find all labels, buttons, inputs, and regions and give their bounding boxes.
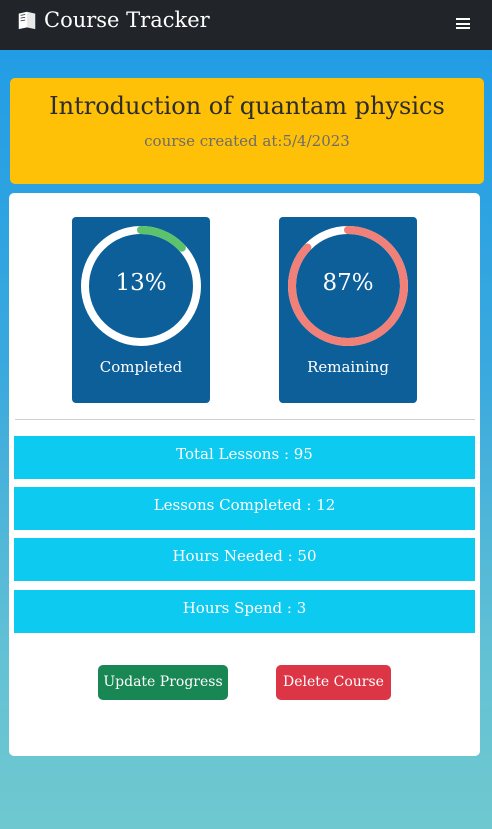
remaining-progress-box: 87% Remaining [279, 217, 417, 403]
course-created-date: course created at:5/4/2023 [144, 132, 350, 150]
delete-course-button[interactable]: Delete Course [276, 665, 391, 700]
progress-card: 13% Completed 87% Remaining Total Lesson… [9, 193, 480, 756]
remaining-label: Remaining [307, 358, 389, 376]
total-lessons-row: Total Lessons : 95 [14, 436, 475, 479]
remaining-percentage: 87% [322, 270, 374, 296]
lessons-completed-row: Lessons Completed : 12 [14, 487, 475, 530]
course-title: Introduction of quantam physics [49, 92, 445, 120]
divider [15, 419, 475, 420]
hours-spend-row: Hours Spend : 3 [14, 590, 475, 633]
brand-title: Course Tracker [44, 8, 210, 32]
hamburger-menu-icon[interactable] [456, 18, 472, 32]
course-header: Introduction of quantam physics course c… [10, 78, 484, 184]
completed-percentage: 13% [115, 270, 167, 296]
book-icon [18, 11, 36, 30]
update-progress-button[interactable]: Update Progress [98, 665, 228, 700]
brand[interactable]: Course Tracker [16, 8, 210, 32]
hours-needed-row: Hours Needed : 50 [14, 538, 475, 581]
completed-label: Completed [99, 358, 183, 376]
completed-progress-box: 13% Completed [72, 217, 210, 403]
navbar: Course Tracker [0, 0, 492, 50]
